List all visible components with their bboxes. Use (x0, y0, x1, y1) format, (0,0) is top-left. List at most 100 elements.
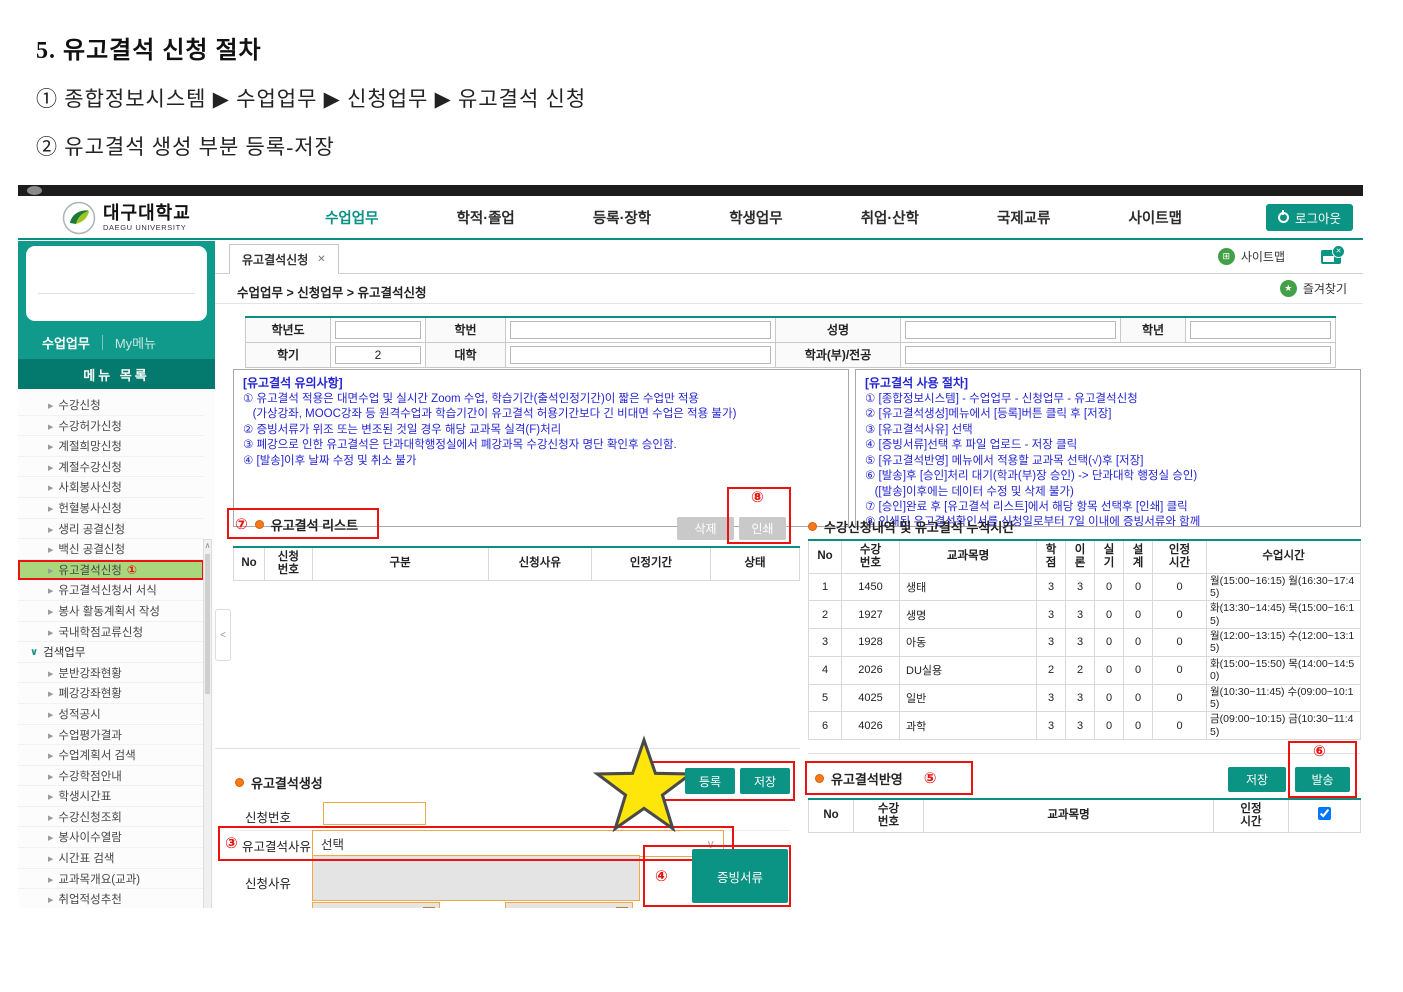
sidebar-tab-lecture[interactable]: 수업업무 (42, 333, 90, 352)
notice-line: ② 증빙서류가 위조 또는 변조된 것일 경우 해당 교과목 실격(F)처리 (243, 423, 839, 438)
detail-reason-textarea[interactable] (312, 855, 640, 901)
sidebar-menu-item[interactable]: ▶계절수강신청 (18, 457, 204, 478)
select-all-checkbox[interactable] (1318, 807, 1331, 820)
top-nav-item[interactable]: 사이트맵 (1129, 207, 1182, 228)
scrollbar-thumb[interactable] (205, 554, 210, 694)
sidebar-menu-item[interactable]: ▶헌혈봉사신청 (18, 498, 204, 519)
enrollment-row[interactable]: 1 1450 생태 3 3 0 0 0 월(15:00~16:15) 월(16:… (809, 573, 1361, 601)
arrow-icon: ▶ (48, 403, 53, 410)
enrollment-header: 수강신청내역 및 유고결석 누적시간 (808, 517, 1014, 536)
sidebar-menu-item[interactable]: ∨검색업무 (18, 642, 204, 663)
annotation-number-7: ⑦ (235, 517, 248, 532)
sidebar-menu-item[interactable]: ▶백신 공결신청 (18, 539, 204, 560)
top-nav-item[interactable]: 학적·졸업 (457, 207, 515, 228)
top-nav-item[interactable]: 등록·장학 (593, 207, 651, 228)
star-icon: ★ (1280, 280, 1297, 297)
sidebar-menu-item[interactable]: ▶수강허가신청 (18, 416, 204, 437)
sidebar-collapse-handle[interactable]: < (215, 609, 231, 661)
create-section-header: 유고결석생성 (235, 773, 323, 792)
sidebar-menu-item[interactable]: ▶폐강강좌현황 (18, 683, 204, 704)
enrollment-row[interactable]: 3 1928 아동 3 3 0 0 0 월(12:00~13:15) 수(12:… (809, 629, 1361, 657)
arrow-icon: ▶ (48, 609, 53, 616)
print-button[interactable]: 인쇄 (739, 517, 786, 540)
sidebar-menu-item[interactable]: ▶분반강좌현황 (18, 663, 204, 684)
sidebar-menu-item[interactable]: ▶봉사이수열람 (18, 827, 204, 848)
arrow-icon: ▶ (48, 897, 53, 904)
sidebar-menu-item[interactable]: ▶시간표 검색 (18, 848, 204, 869)
name-input[interactable] (905, 321, 1116, 339)
sidebar-menu-item[interactable]: ▶유고결석신청서 서식 (18, 580, 204, 601)
breadcrumb-row: 수업업무 > 신청업무 > 유고결석신청 ★ 즐겨찾기 (215, 274, 1363, 304)
apply-no-input[interactable] (323, 802, 426, 825)
sidebar-menu-item[interactable]: ▶계절희망신청 (18, 436, 204, 457)
calendar-icon[interactable] (423, 907, 435, 908)
sidebar-menu-item[interactable]: ▶사회봉사신청 (18, 477, 204, 498)
sidebar-menu-label: 국내학점교류신청 (58, 627, 143, 639)
sidebar-menu-item[interactable]: ▶학생시간표 (18, 786, 204, 807)
delete-button[interactable]: 삭제 (677, 517, 734, 540)
annotation-number-6: ⑥ (1313, 744, 1326, 759)
university-logo[interactable]: 대구대학교 DAEGU UNIVERSITY (62, 201, 191, 235)
student-id-input[interactable] (510, 321, 771, 339)
tab-absence-application[interactable]: 유고결석신청 ✕ (229, 244, 339, 274)
sidebar-menu-label: 계절희망신청 (58, 441, 121, 453)
sidebar-menu-item[interactable]: ▶국내학점교류신청 (18, 622, 204, 643)
absence-reason-select[interactable]: 선택 ∨ (312, 830, 724, 857)
college-input[interactable] (510, 346, 771, 364)
notice-line: ([발송]이후에는 데이터 수정 및 삭제 불가) (865, 485, 1351, 500)
sidebar-menu-item[interactable]: ▶생리 공결신청 (18, 519, 204, 540)
favorite-button[interactable]: ★ 즐겨찾기 (1280, 280, 1347, 297)
annotation-number-4: ④ (655, 869, 668, 884)
calendar-icon[interactable] (616, 907, 628, 908)
sidebar-menu-item[interactable]: ▶수업계획서 검색 (18, 745, 204, 766)
close-all-tabs-icon[interactable] (1321, 250, 1341, 264)
sidebar-menu-item[interactable]: ▶수강신청 (18, 395, 204, 416)
portal-screenshot: 대구대학교 DAEGU UNIVERSITY 수업업무 학적·졸업 등록·장학 학생업… (18, 185, 1363, 908)
register-button[interactable]: 등록 (685, 768, 735, 794)
top-nav-item[interactable]: 수업업무 (325, 207, 378, 228)
close-icon[interactable]: ✕ (317, 254, 325, 265)
sidebar-menu-item[interactable]: ▶봉사 활동계획서 작성 (18, 601, 204, 622)
sidebar-menu-item[interactable]: ▶유고결석신청① (18, 560, 204, 581)
absence-list-title: 유고결석 리스트 (271, 515, 358, 534)
top-nav-item[interactable]: 취업·산학 (861, 207, 919, 228)
arrow-icon: ▶ (48, 835, 53, 842)
enrollment-row[interactable]: 2 1927 생명 3 3 0 0 0 화(13:30~14:45) 목(15:… (809, 601, 1361, 629)
scroll-up-icon[interactable]: ∧ (204, 540, 211, 552)
logout-button[interactable]: 로그아웃 (1266, 204, 1353, 231)
apply-save-button[interactable]: 저장 (1228, 767, 1286, 792)
sidebar-menu-label: 유고결석신청 (58, 565, 121, 577)
semester-input[interactable] (335, 346, 421, 364)
annotation-number-3: ③ (225, 836, 238, 851)
arrow-icon: ▶ (48, 794, 53, 801)
sidebar-tab-mymenu[interactable]: My메뉴 (115, 333, 156, 352)
sidebar-menu-item[interactable]: ▶수업평가결과 (18, 725, 204, 746)
arrow-icon: ▶ (48, 465, 53, 472)
send-button[interactable]: 발송 (1295, 767, 1350, 792)
top-nav-item[interactable]: 학생업무 (729, 207, 782, 228)
evidence-button[interactable]: 증빙서류 (692, 849, 788, 903)
sidebar-menu-item[interactable]: ▶교과목개요(교과) (18, 869, 204, 890)
browser-top-bar (18, 185, 1363, 196)
sitemap-shortcut[interactable]: ⊞ 사이트맵 (1218, 248, 1285, 265)
notice-line: ③ 폐강으로 인한 유고결석은 단과대학행정실에서 폐강과목 수강신청자 명단 … (243, 438, 839, 453)
dept-input[interactable] (905, 346, 1331, 364)
enrollment-row[interactable]: 4 2026 DU실용 2 2 0 0 0 화(15:00~15:50) 목(1… (809, 656, 1361, 684)
period-from-input[interactable] (312, 902, 440, 908)
sidebar-scrollbar[interactable]: ∧ (203, 539, 212, 908)
year-input[interactable] (335, 321, 421, 339)
grade-input[interactable] (1190, 321, 1331, 339)
enrollment-row[interactable]: 6 4026 과학 3 3 0 0 0 금(09:00~10:15) 금(10:… (809, 712, 1361, 740)
top-nav-item[interactable]: 국제교류 (997, 207, 1050, 228)
save-button[interactable]: 저장 (740, 768, 790, 794)
period-to-input[interactable] (505, 902, 633, 908)
year-label: 학년도 (246, 317, 331, 342)
enrollment-title: 수강신청내역 및 유고결석 누적시간 (824, 517, 1014, 536)
sidebar-menu-item[interactable]: ▶수강학점안내 (18, 766, 204, 787)
sidebar-menu-item[interactable]: ▶취업적성추천 (18, 889, 204, 908)
sidebar-menu-item[interactable]: ▶성적공시 (18, 704, 204, 725)
sidebar-menu-item[interactable]: ▶수강신청조회 (18, 807, 204, 828)
enrollment-row[interactable]: 5 4025 일반 3 3 0 0 0 월(10:30~11:45) 수(09:… (809, 684, 1361, 712)
sidebar-menu-label: 분반강좌현황 (58, 668, 121, 680)
arrow-icon: ▶ (48, 733, 53, 740)
